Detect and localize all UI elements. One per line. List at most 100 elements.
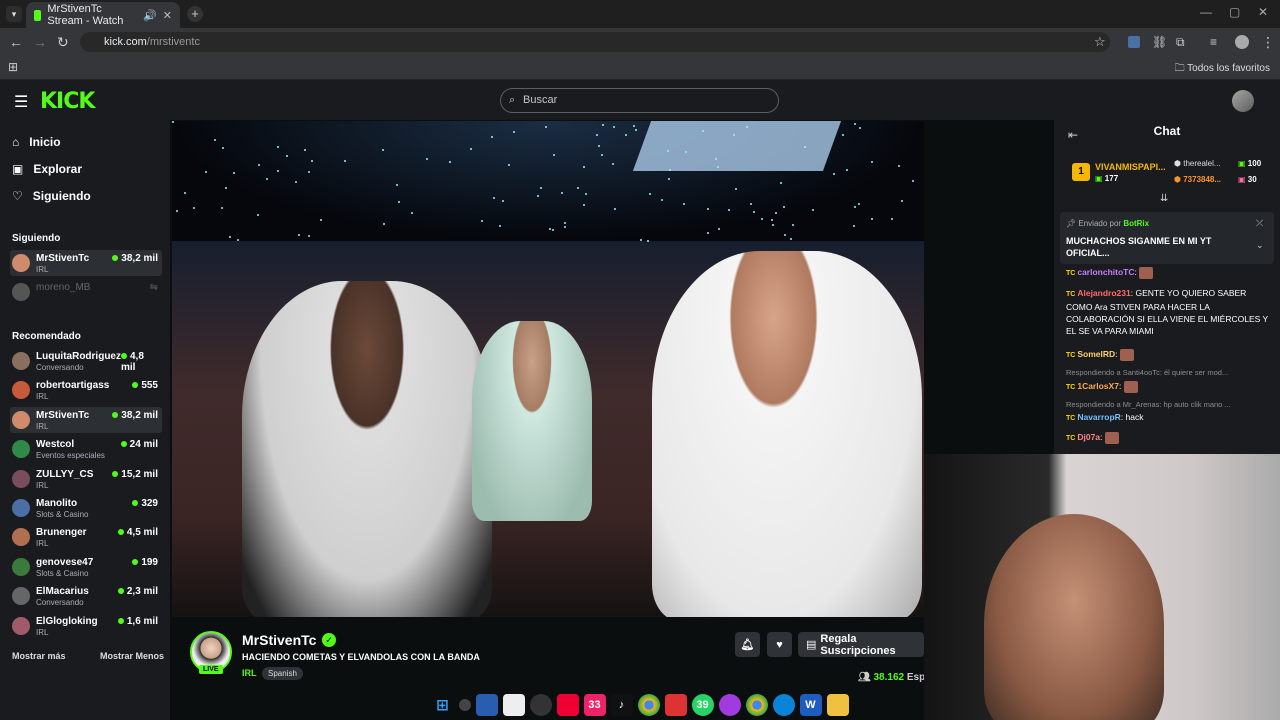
channel-viewers-value: 329 [141, 498, 158, 509]
chat-message: TC Dj07a: [1066, 431, 1272, 445]
sidebar-channel[interactable]: MrStivenTc IRL 38,2 mil [10, 250, 162, 276]
tab-search-button[interactable]: ▾ [6, 6, 22, 22]
leaderboard-user-2[interactable]: ⬢ therealel... [1174, 159, 1221, 168]
sidebar-channel[interactable]: ElMacarius Conversando 2,3 mil [10, 583, 162, 609]
puzzle-icon[interactable]: ⧉ [1176, 34, 1185, 50]
maximize-icon[interactable]: ▢ [1229, 5, 1240, 19]
sidebar-channel[interactable]: Manolito Slots & Casino 329 [10, 495, 162, 521]
bookmark-star-icon[interactable]: ☆ [1094, 34, 1106, 50]
nav-home-label: Inicio [29, 135, 61, 149]
user-avatar[interactable] [1232, 90, 1254, 112]
search-taskbar-icon[interactable] [458, 699, 471, 711]
link-icon[interactable]: ⛓ [1152, 34, 1167, 50]
chat-username[interactable]: SomelRD [1077, 349, 1115, 359]
browser-menu-icon[interactable]: ⋮ [1261, 34, 1275, 50]
playlist-icon[interactable]: ≡ [1210, 34, 1217, 50]
photos-icon[interactable] [556, 694, 579, 716]
all-bookmarks-link[interactable]: 🗀 Todos los favoritos [1175, 61, 1270, 78]
store-icon[interactable] [475, 694, 498, 716]
live-dot-icon [117, 617, 124, 624]
ceiling-star-light [745, 126, 748, 129]
pinned-source-user[interactable]: BotRix [1123, 219, 1149, 228]
search-input[interactable]: ⌕ Buscar [500, 88, 779, 113]
app-badge-icon[interactable]: 33 [583, 694, 606, 716]
sidebar-channel[interactable]: LuquitaRodriguez Conversando 4,8 mil [10, 348, 162, 374]
windows-start-icon[interactable]: ⊞ [432, 694, 454, 716]
nav-home[interactable]: ⌂ Inicio [12, 135, 61, 149]
leaderboard-top-user[interactable]: VIVANMISPAPI... [1095, 162, 1166, 172]
kick-favicon-icon [34, 9, 42, 21]
tab-audio-icon[interactable]: 🔊 [143, 9, 157, 22]
follow-button[interactable]: ♥ [767, 632, 792, 657]
channel-viewers: 1,6 mil [117, 616, 158, 627]
sidebar-channel[interactable]: Westcol Eventos especiales 24 mil [10, 436, 162, 462]
ceiling-star-light [204, 171, 207, 174]
search-placeholder: Buscar [523, 94, 558, 106]
tab-close-icon[interactable]: ✕ [163, 9, 172, 22]
chat-username[interactable]: carlonchitoTC [1077, 267, 1134, 277]
video-player[interactable] [172, 121, 924, 617]
sidebar-channel[interactable]: moreno_MB ⇋ [10, 279, 162, 305]
show-more-link[interactable]: Mostrar más [12, 651, 66, 661]
profile-icon[interactable] [1235, 35, 1249, 49]
sidebar-channel[interactable]: Brunenger IRL 4,5 mil [10, 524, 162, 550]
chat-message: TC Alejandro231: GENTE YO QUIERO SABER CO… [1066, 287, 1272, 337]
url-path: /mrstiventc [146, 36, 200, 48]
unpin-icon[interactable]: ⤫ [1256, 218, 1263, 229]
close-window-icon[interactable]: ✕ [1258, 5, 1268, 19]
sidebar-channel[interactable]: MrStivenTc IRL 38,2 mil [10, 406, 162, 433]
channel-category: Conversando [36, 363, 84, 372]
channel-avatar [12, 381, 30, 400]
expand-leaderboard-icon[interactable]: ⇊ [1160, 193, 1168, 204]
word-icon[interactable]: W [799, 694, 822, 716]
app-icon[interactable] [529, 694, 552, 716]
nav-explore[interactable]: ▣ Explorar [12, 162, 82, 176]
sidebar-channel[interactable]: robertoartigass IRL 555 [10, 377, 162, 403]
sidebar-channel[interactable]: genovese47 Slots & Casino 199 [10, 554, 162, 580]
reload-icon[interactable]: ↻ [57, 34, 69, 50]
chat-username[interactable]: Alejandro231 [1077, 288, 1130, 298]
webcam-person [984, 514, 1164, 720]
back-icon[interactable]: ← [9, 34, 23, 50]
chat-username[interactable]: NavarropR [1077, 412, 1120, 422]
apps-grid-icon[interactable]: ⊞ [8, 60, 18, 74]
channel-viewers-value: 4,5 mil [126, 527, 158, 539]
whatsapp-icon[interactable]: 39 [691, 694, 714, 716]
channel-category: IRL [36, 539, 49, 549]
sidebar-channel[interactable]: ElGlogloking IRL 1,6 mil [10, 613, 162, 639]
kick-logo[interactable]: KICK [40, 89, 95, 114]
url-field[interactable]: kick.com/mrstiventc [80, 32, 1110, 52]
file-explorer-icon[interactable] [826, 694, 849, 716]
stream-category[interactable]: IRL [242, 668, 257, 678]
stream-language-tag[interactable]: Spanish [262, 667, 303, 680]
notification-bell-button[interactable]: 🔔︎ [735, 632, 760, 657]
chevron-down-icon[interactable]: ⌄ [1256, 240, 1264, 251]
sidebar-channel[interactable]: ZULLYY_CS IRL 15,2 mil [10, 466, 162, 492]
new-tab-button[interactable]: + [187, 6, 203, 22]
leaderboard-user-3[interactable]: ⬢ 7373848... [1174, 175, 1221, 184]
home-icon: ⌂ [12, 135, 20, 149]
leaderboard-user-2-value: ▣ 100 [1238, 159, 1262, 168]
menu-icon[interactable]: ☰ [14, 92, 28, 112]
chrome-icon[interactable] [745, 694, 768, 716]
notepad-icon[interactable] [502, 694, 525, 716]
app-icon[interactable] [664, 694, 687, 716]
chrome-icon[interactable] [637, 694, 660, 716]
gift-subs-button[interactable]: ▤ Regala Suscripciones [798, 632, 924, 657]
extension-icon[interactable] [1128, 36, 1140, 48]
minimize-icon[interactable]: — [1200, 5, 1212, 19]
channel-viewers-value: 24 mil [129, 439, 158, 451]
app-icon[interactable] [718, 694, 741, 716]
channel-name[interactable]: MrStivenTc [242, 632, 316, 648]
nav-following[interactable]: ♡ Siguiendo [12, 189, 91, 203]
chat-username[interactable]: 1CarlosX7 [1077, 381, 1119, 391]
browser-tab[interactable]: MrStivenTc Stream - Watch 🔊 ✕ [26, 2, 180, 28]
edge-icon[interactable] [772, 694, 795, 716]
tiktok-icon[interactable]: ♪ [610, 694, 633, 716]
recommended-section-title: Recomendado [12, 331, 81, 342]
forward-icon[interactable]: → [33, 34, 47, 50]
chat-username[interactable]: Dj07a [1077, 432, 1100, 442]
channel-avatar [12, 440, 30, 459]
channel-info: Westcol Eventos especiales [36, 439, 105, 461]
show-less-link[interactable]: Mostrar Menos [100, 651, 164, 661]
